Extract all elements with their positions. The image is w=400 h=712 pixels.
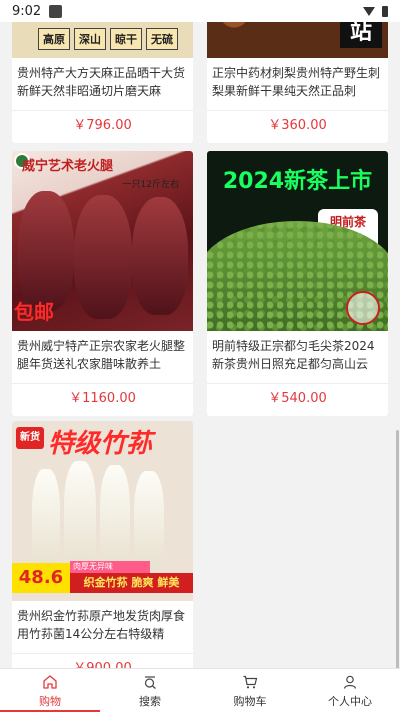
search-icon — [141, 673, 159, 691]
product-card[interactable]: 站 正宗中药材刺梨贵州特产野生刺梨果新鲜干果纯天然正品刺 ￥360.00 — [207, 22, 388, 143]
tab-cart[interactable]: 购物车 — [200, 669, 300, 712]
ham-image — [132, 197, 188, 315]
tab-label: 搜索 — [139, 694, 161, 708]
product-price: ￥900.00 — [12, 654, 193, 668]
image-tags: 高原 深山 晾干 无硫 — [38, 28, 178, 50]
image-tag: 晾干 — [110, 28, 142, 50]
product-card[interactable]: 威宁艺术老火腿 一只12斤左右 包邮 贵州威宁特产正宗农家老火腿整腿年货送礼农家… — [12, 151, 193, 416]
product-image[interactable]: 2024新茶上市 明前茶 你懂的 — [207, 151, 388, 331]
image-subtext: 一只12斤左右 — [122, 180, 179, 190]
status-indicators — [363, 5, 388, 17]
bamboo-image — [134, 471, 164, 569]
image-headline: 威宁艺术老火腿 — [22, 159, 114, 174]
ham-image — [74, 195, 132, 319]
product-image[interactable]: 新货 特级竹荪 肉厚无异味 48.6 织金竹荪 脆爽 鲜美 — [12, 421, 193, 601]
image-headline: 2024新茶上市 — [222, 169, 373, 194]
image-promo: 包邮 — [14, 300, 54, 324]
tab-profile[interactable]: 个人中心 — [300, 669, 400, 712]
product-price: ￥1160.00 — [69, 391, 136, 406]
bamboo-image — [64, 461, 96, 569]
bamboo-image — [100, 465, 130, 569]
tab-shopping[interactable]: 购物 — [0, 669, 100, 712]
product-title[interactable]: 明前特级正宗都匀毛尖茶2024新茶贵州日照充足都匀高山云 — [207, 331, 388, 383]
tab-search[interactable]: 搜索 — [100, 669, 200, 712]
user-icon — [341, 673, 359, 691]
product-title[interactable]: 正宗中药材刺梨贵州特产野生刺梨果新鲜干果纯天然正品刺 — [207, 58, 388, 110]
tab-label: 个人中心 — [328, 694, 372, 708]
wifi-icon — [363, 6, 375, 16]
product-image[interactable]: 高原 深山 晾干 无硫 — [12, 22, 193, 58]
product-image[interactable]: 威宁艺术老火腿 一只12斤左右 包邮 — [12, 151, 193, 331]
image-headline: 特级竹荪 — [48, 429, 153, 459]
status-bar: 9:02 — [0, 0, 400, 22]
product-image[interactable]: 站 — [207, 22, 388, 58]
bamboo-image — [32, 469, 60, 569]
image-banner: 织金竹荪 脆爽 鲜美 — [70, 573, 193, 593]
tab-label: 购物车 — [233, 694, 267, 708]
image-tag: 无硫 — [146, 28, 178, 50]
notification-icon — [49, 4, 63, 18]
image-price-tag: 48.6 — [12, 563, 70, 593]
product-title[interactable]: 贵州威宁特产正宗农家老火腿整腿年货送礼农家腊味散养土 — [12, 331, 193, 383]
image-tag: 深山 — [74, 28, 106, 50]
product-price: ￥796.00 — [73, 118, 132, 133]
product-price: ￥360.00 — [268, 118, 327, 133]
product-list[interactable]: 高原 深山 晾干 无硫 贵州特产大方天麻正品晒干大货新鲜天然非昭通切片磨天麻 ￥… — [0, 22, 400, 668]
tab-label: 购物 — [39, 694, 61, 708]
cart-icon — [241, 673, 259, 691]
product-price: ￥540.00 — [268, 391, 327, 406]
home-icon — [41, 673, 59, 691]
image-note: 肉厚无异味 — [70, 561, 150, 573]
product-card[interactable]: 2024新茶上市 明前茶 你懂的 明前特级正宗都匀毛尖茶2024新茶贵州日照充足… — [207, 151, 388, 416]
product-title[interactable]: 贵州织金竹荪原产地发货肉厚食用竹荪菌14公分左右特级精 — [12, 601, 193, 653]
product-title[interactable]: 贵州特产大方天麻正品晒干大货新鲜天然非昭通切片磨天麻 — [12, 58, 193, 110]
stamp-icon — [346, 291, 380, 325]
battery-icon — [382, 5, 388, 17]
ham-image — [18, 191, 74, 311]
bottom-tab-bar: 购物 搜索 购物车 个人中心 — [0, 668, 400, 712]
product-card[interactable]: 高原 深山 晾干 无硫 贵州特产大方天麻正品晒干大货新鲜天然非昭通切片磨天麻 ￥… — [12, 22, 193, 143]
status-time: 9:02 — [12, 3, 42, 19]
scrollbar[interactable] — [396, 430, 399, 668]
image-badge: 站 — [340, 22, 382, 48]
image-badge: 新货 — [16, 427, 44, 449]
product-card[interactable]: 新货 特级竹荪 肉厚无异味 48.6 织金竹荪 脆爽 鲜美 贵州织金竹荪原产地发… — [12, 421, 193, 668]
image-tag: 高原 — [38, 28, 70, 50]
